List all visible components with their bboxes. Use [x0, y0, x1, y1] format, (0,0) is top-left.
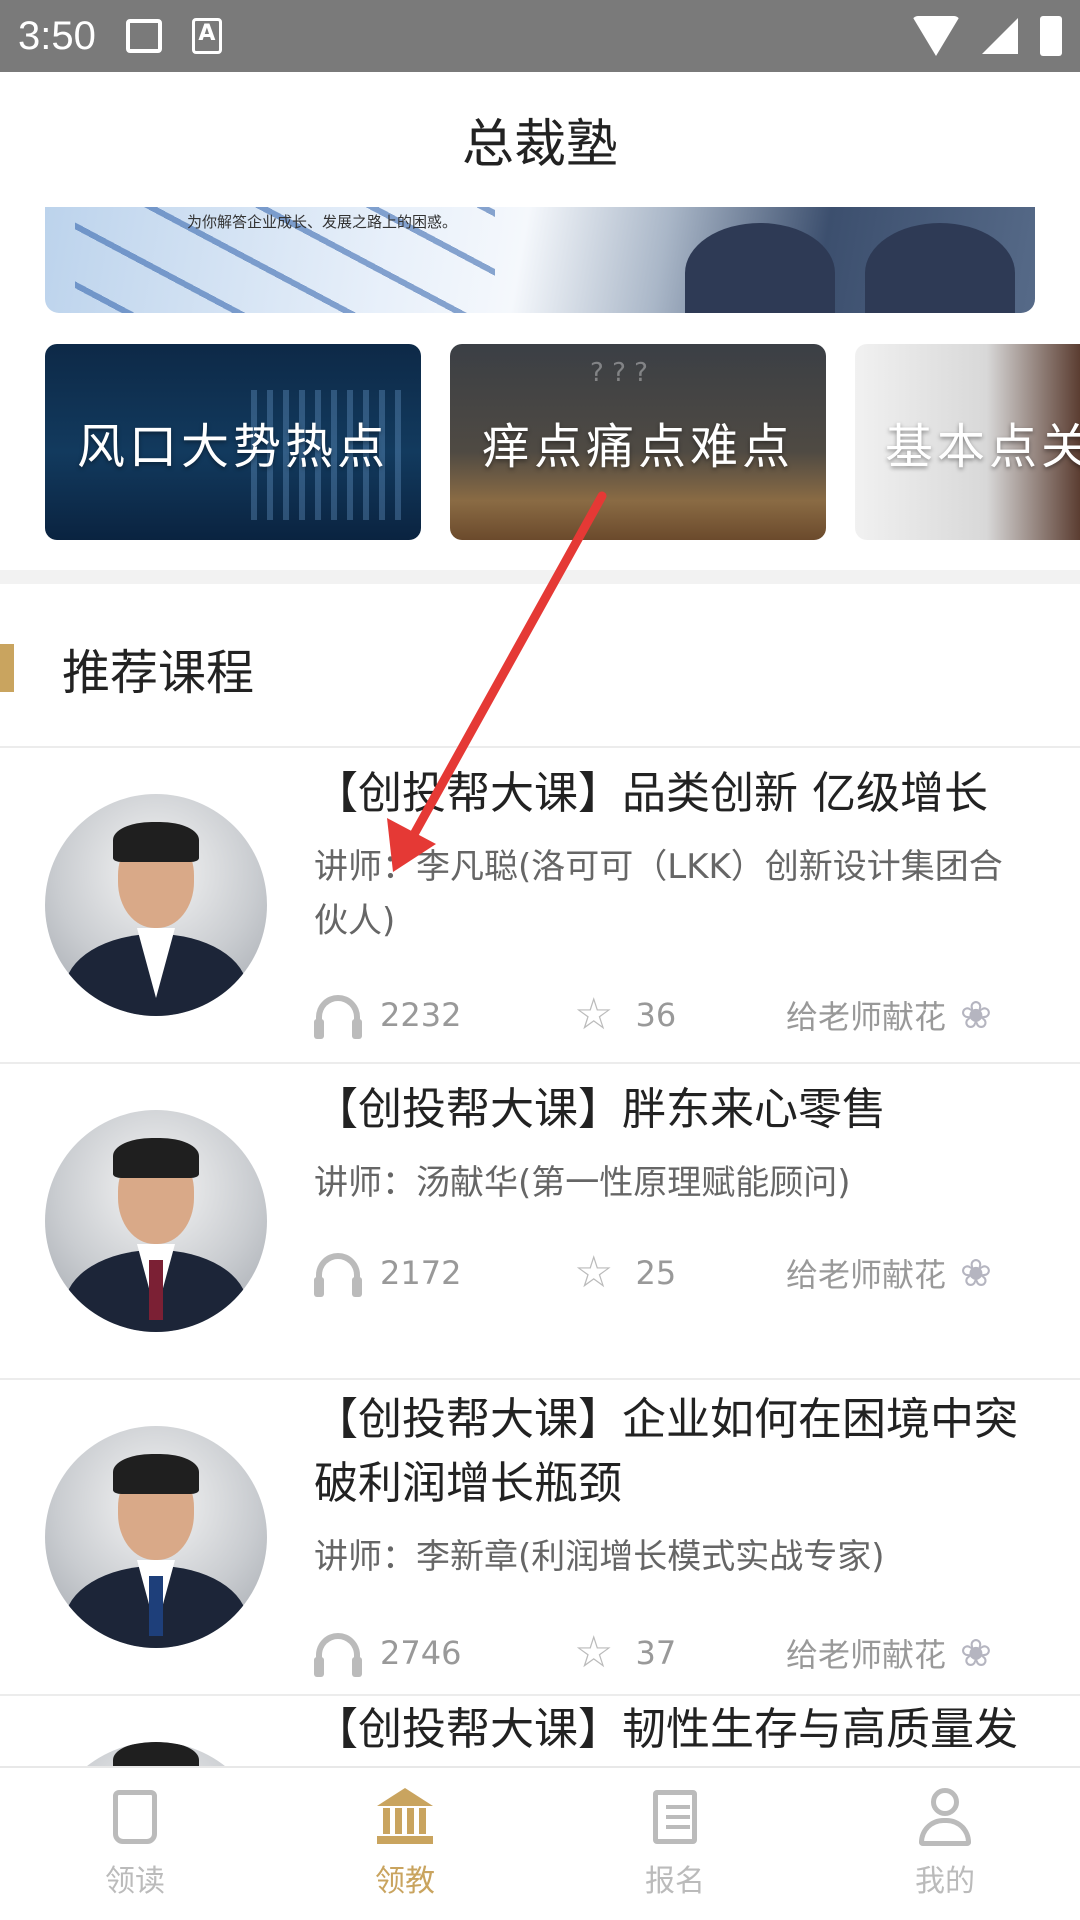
course-meta: 2746 ☆ 37 给老师献花 ❀ [314, 1628, 1054, 1678]
listen-count: 2746 [314, 1628, 462, 1678]
banner-text: 为你解答企业成长、发展之路上的困惑。 [187, 213, 458, 231]
status-bar: 3:50 A [0, 0, 1080, 72]
signal-icon [982, 18, 1018, 54]
flower-icon: ❀ [960, 993, 992, 1037]
nav-item-mine[interactable]: 我的 [810, 1768, 1080, 1920]
status-time: 3:50 [18, 13, 96, 58]
section-title: 推荐课程 [62, 645, 255, 701]
teacher-avatar [45, 1110, 267, 1332]
temple-icon [375, 1786, 435, 1848]
flower-label: 给老师献花 [786, 998, 947, 1036]
banner-person-image [685, 223, 835, 313]
category-label: 痒点痛点难点 [481, 419, 794, 475]
flower-icon: ❀ [960, 1631, 992, 1675]
listen-count: 2172 [314, 1248, 462, 1298]
course-item[interactable]: 【创投帮大课】韧性生存与高质量发 [0, 1696, 1080, 1766]
flower-button[interactable]: 给老师献花 ❀ [786, 1248, 992, 1298]
star-count-value: 36 [635, 996, 677, 1034]
listen-count-value: 2172 [380, 1254, 462, 1292]
category-carousel[interactable]: 风口大势热点 痒点痛点难点 基本点关 [0, 344, 1080, 540]
teacher-avatar [45, 794, 267, 1016]
nav-item-read[interactable]: 领读 [0, 1768, 270, 1920]
gallery-icon [125, 19, 162, 53]
course-teacher: 讲师：汤献华(第一性原理赋能顾问) [314, 1163, 851, 1203]
promo-banner[interactable]: 为你解答企业成长、发展之路上的困惑。 [45, 207, 1035, 313]
section-accent-bar [0, 644, 14, 692]
user-icon [915, 1786, 975, 1848]
section-divider [0, 570, 1080, 584]
headphone-icon [314, 1253, 362, 1297]
nav-label: 我的 [915, 1864, 975, 1899]
listen-count: 2232 [314, 990, 462, 1040]
course-teacher: 讲师：李凡聪(洛可可（LKK）创新设计集团合伙人) [314, 847, 1003, 941]
listen-count-value: 2232 [380, 996, 462, 1034]
course-teacher: 讲师：李新章(利润增长模式实战专家) [314, 1537, 885, 1577]
nav-label: 领教 [375, 1864, 435, 1899]
flower-label: 给老师献花 [786, 1636, 947, 1674]
star-count[interactable]: ☆ 25 [574, 1248, 676, 1298]
book-icon [105, 1786, 165, 1848]
teacher-avatar [45, 1426, 267, 1648]
status-indicators [912, 16, 1062, 56]
star-count-value: 37 [635, 1634, 677, 1672]
category-label: 基本点关 [885, 419, 1080, 475]
star-icon: ☆ [574, 1247, 614, 1298]
category-card-trends[interactable]: 风口大势热点 [45, 344, 421, 540]
font-icon: A [191, 18, 222, 54]
headphone-icon [314, 1633, 362, 1677]
star-count[interactable]: ☆ 37 [574, 1628, 676, 1678]
nav-item-signup[interactable]: 报名 [540, 1768, 810, 1920]
flower-button[interactable]: 给老师献花 ❀ [786, 1628, 992, 1678]
course-title: 【创投帮大课】企业如何在困境中突破利润增长瓶颈 [314, 1394, 1018, 1509]
nav-item-teach[interactable]: 领教 [270, 1768, 540, 1920]
listen-count-value: 2746 [380, 1634, 462, 1672]
course-title: 【创投帮大课】韧性生存与高质量发 [314, 1704, 1018, 1755]
star-count-value: 25 [635, 1254, 677, 1292]
bottom-nav: 领读 领教 报名 我的 [0, 1766, 1080, 1920]
flower-label: 给老师献花 [786, 1256, 947, 1294]
battery-icon [1040, 16, 1062, 56]
course-item[interactable]: 【创投帮大课】胖东来心零售 讲师：汤献华(第一性原理赋能顾问) 2172 ☆ 2… [0, 1064, 1080, 1378]
flower-button[interactable]: 给老师献花 ❀ [786, 990, 992, 1040]
course-title: 【创投帮大课】品类创新 亿级增长 [314, 768, 988, 819]
teacher-avatar [45, 1742, 267, 1766]
wifi-icon [912, 16, 960, 56]
course-meta: 2172 ☆ 25 给老师献花 ❀ [314, 1248, 1054, 1298]
category-label: 风口大势热点 [76, 419, 389, 475]
page-title: 总裁塾 [461, 114, 618, 175]
headphone-icon [314, 995, 362, 1039]
star-icon: ☆ [574, 1627, 614, 1678]
star-count[interactable]: ☆ 36 [574, 990, 676, 1040]
course-item[interactable]: 【创投帮大课】品类创新 亿级增长 讲师：李凡聪(洛可可（LKK）创新设计集团合伙… [0, 748, 1080, 1062]
flower-icon: ❀ [960, 1251, 992, 1295]
course-item[interactable]: 【创投帮大课】企业如何在困境中突破利润增长瓶颈 讲师：李新章(利润增长模式实战专… [0, 1380, 1080, 1694]
section-header: 推荐课程 [0, 620, 1080, 716]
category-card-pain-points[interactable]: 痒点痛点难点 [450, 344, 826, 540]
course-title: 【创投帮大课】胖东来心零售 [314, 1084, 886, 1135]
banner-person-image [865, 223, 1015, 313]
course-meta: 2232 ☆ 36 给老师献花 ❀ [314, 990, 1054, 1040]
nav-label: 领读 [105, 1864, 165, 1899]
nav-label: 报名 [645, 1864, 705, 1899]
form-icon [645, 1786, 705, 1848]
category-card-basics[interactable]: 基本点关 [855, 344, 1080, 540]
star-icon: ☆ [574, 989, 614, 1040]
